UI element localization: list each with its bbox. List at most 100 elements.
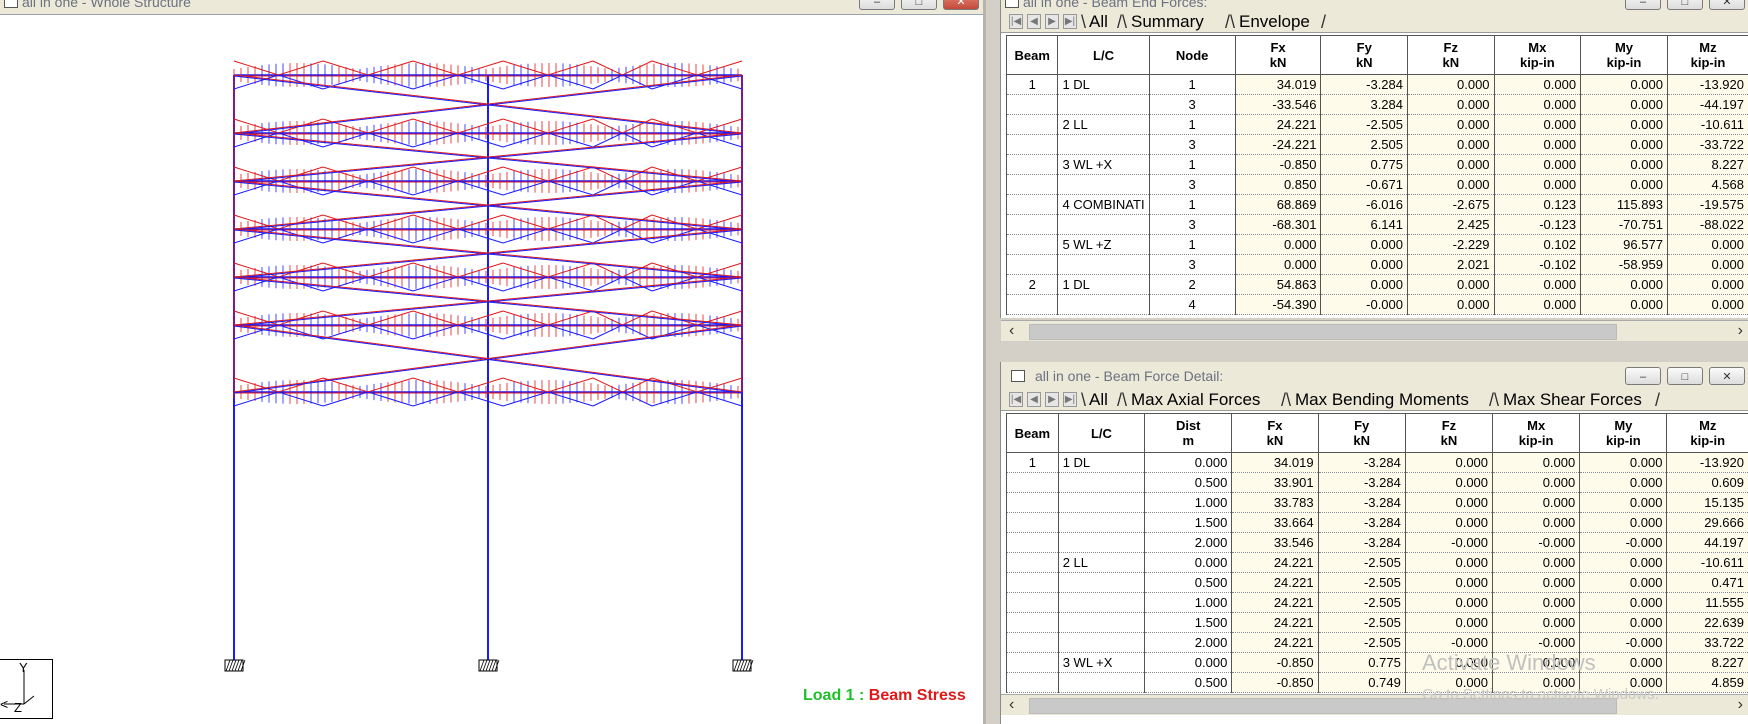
table-cell[interactable]: 1 <box>1149 114 1236 135</box>
tab-envelope[interactable]: Envelope <box>1239 12 1310 32</box>
table-cell[interactable] <box>1006 552 1059 573</box>
table-cell[interactable]: 33.546 <box>1231 532 1319 553</box>
table-cell[interactable]: 0.000 <box>1235 234 1322 255</box>
table-cell[interactable] <box>1058 632 1146 653</box>
column-header[interactable]: Beam <box>1006 413 1059 453</box>
maximize-button[interactable]: □ <box>1667 367 1703 385</box>
table-row[interactable]: 3 -33.546 3.284 0.000 0.000 0.000 -44.197 <box>1005 94 1748 115</box>
table-cell[interactable]: 0.000 <box>1494 174 1582 195</box>
table-cell[interactable]: 0.000 <box>1579 472 1668 493</box>
table-cell[interactable]: 33.664 <box>1231 512 1319 533</box>
table-cell[interactable]: -10.611 <box>1666 552 1748 573</box>
table-cell[interactable]: 0.775 <box>1318 652 1406 673</box>
table-cell[interactable] <box>1005 134 1059 155</box>
table-cell[interactable]: 0.000 <box>1492 552 1581 573</box>
table-cell[interactable]: 3 <box>1149 94 1236 115</box>
table-cell[interactable]: 0.000 <box>1494 154 1582 175</box>
table-cell[interactable]: 0.000 <box>1494 134 1582 155</box>
table-cell[interactable]: 2 LL <box>1057 114 1150 135</box>
last-tab-icon[interactable]: ▶| <box>1063 14 1077 29</box>
prev-tab-icon[interactable]: ◀ <box>1027 14 1041 29</box>
tab-all[interactable]: All <box>1089 12 1108 32</box>
table-cell[interactable]: 1 <box>1149 74 1236 95</box>
table-cell[interactable] <box>1005 154 1059 175</box>
table-cell[interactable]: 33.722 <box>1666 632 1748 653</box>
table-cell[interactable]: 2.000 <box>1144 632 1233 653</box>
column-header[interactable]: Mx kip-in <box>1493 35 1582 75</box>
table-cell[interactable]: 0.500 <box>1144 472 1233 493</box>
table-cell[interactable]: -2.505 <box>1320 114 1409 135</box>
tab-max-axial-forces[interactable]: Max Axial Forces <box>1131 390 1260 410</box>
column-header[interactable]: Fy kN <box>1320 35 1409 75</box>
table-cell[interactable]: 3 WL +X <box>1058 652 1146 673</box>
scroll-left-icon[interactable]: ‹ <box>1009 696 1014 714</box>
close-button[interactable]: ✕ <box>943 0 979 10</box>
table-cell[interactable]: 0.000 <box>1580 94 1668 115</box>
table-cell[interactable]: 0.000 <box>1580 174 1668 195</box>
table-cell[interactable]: 0.000 <box>1492 452 1581 473</box>
table-cell[interactable] <box>1005 194 1059 215</box>
table-cell[interactable]: 0.000 <box>1405 572 1494 593</box>
table-row[interactable]: 3 -24.221 2.505 0.000 0.000 0.000 -33.722 <box>1005 134 1748 155</box>
table-cell[interactable]: 3.284 <box>1320 94 1409 115</box>
table-cell[interactable]: -6.016 <box>1320 194 1409 215</box>
next-tab-icon[interactable]: ▶ <box>1045 392 1059 407</box>
table-cell[interactable]: 0.000 <box>1407 294 1495 315</box>
table-cell[interactable]: 0.000 <box>1405 592 1494 613</box>
table-cell[interactable]: 0.000 <box>1407 114 1495 135</box>
table-cell[interactable]: -0.671 <box>1320 174 1409 195</box>
table-row[interactable]: 1.000 33.783 -3.284 0.000 0.000 0.000 15.135 <box>1006 492 1748 513</box>
structure-window-titlebar[interactable]: all in one - Whole Structure – □ ✕ <box>0 0 983 15</box>
minimize-button[interactable]: – <box>859 0 895 10</box>
table-cell[interactable]: -58.959 <box>1580 254 1668 275</box>
table-cell[interactable]: -2.505 <box>1318 612 1406 633</box>
table-cell[interactable] <box>1006 492 1059 513</box>
table-cell[interactable]: 0.000 <box>1580 294 1668 315</box>
table-cell[interactable]: 2.425 <box>1407 214 1495 235</box>
table-cell[interactable]: -10.611 <box>1667 114 1748 135</box>
table-row[interactable]: 1.500 24.221 -2.505 0.000 0.000 0.000 22.639 <box>1006 612 1748 633</box>
column-header[interactable]: Fz kN <box>1407 35 1495 75</box>
table-row[interactable]: 1.000 24.221 -2.505 0.000 0.000 0.000 11.555 <box>1006 592 1748 613</box>
table-cell[interactable]: 0.000 <box>1144 552 1233 573</box>
table-cell[interactable]: 0.500 <box>1144 672 1233 693</box>
table-cell[interactable]: 24.221 <box>1231 632 1319 653</box>
minimize-button[interactable]: – <box>1625 0 1661 10</box>
table-cell[interactable]: 4 COMBINATI <box>1057 194 1150 215</box>
table-row[interactable]: 0.500 33.901 -3.284 0.000 0.000 0.000 0.609 <box>1006 472 1748 493</box>
table-cell[interactable]: 0.000 <box>1405 512 1494 533</box>
table-cell[interactable]: -2.505 <box>1318 552 1406 573</box>
table-row[interactable]: 4 -54.390 -0.000 0.000 0.000 0.000 0.000 <box>1005 294 1748 315</box>
table-cell[interactable] <box>1058 592 1146 613</box>
table-cell[interactable]: -3.284 <box>1318 492 1406 513</box>
table-cell[interactable]: 33.783 <box>1231 492 1319 513</box>
table-cell[interactable] <box>1058 572 1146 593</box>
table-cell[interactable]: 2.505 <box>1320 134 1409 155</box>
table-cell[interactable]: -0.000 <box>1405 532 1494 553</box>
table-cell[interactable]: 0.000 <box>1580 154 1668 175</box>
table-cell[interactable]: 24.221 <box>1235 114 1322 135</box>
structure-view-window[interactable]: all in one - Whole Structure – □ ✕ Y Z <… <box>0 0 986 724</box>
table-row[interactable]: 11 DL 0.000 34.019 -3.284 0.000 0.000 0.000 -13… <box>1006 452 1748 473</box>
table-cell[interactable]: 0.000 <box>1667 254 1748 275</box>
table-cell[interactable]: 0.000 <box>1579 552 1668 573</box>
table-cell[interactable]: 34.019 <box>1235 74 1322 95</box>
table-cell[interactable]: 0.000 <box>1492 472 1581 493</box>
table-cell[interactable]: 4.859 <box>1666 672 1748 693</box>
table-cell[interactable]: 6.141 <box>1320 214 1409 235</box>
table-cell[interactable] <box>1057 214 1150 235</box>
table-cell[interactable] <box>1006 672 1059 693</box>
table-cell[interactable]: -0.000 <box>1320 294 1409 315</box>
table-cell[interactable]: -70.751 <box>1580 214 1668 235</box>
table-cell[interactable]: 68.869 <box>1235 194 1322 215</box>
table-cell[interactable]: 0.000 <box>1235 254 1322 275</box>
table-cell[interactable]: -3.284 <box>1318 472 1406 493</box>
table-cell[interactable]: 22.639 <box>1666 612 1748 633</box>
table-cell[interactable]: 0.000 <box>1405 612 1494 633</box>
table-cell[interactable]: 0.000 <box>1407 134 1495 155</box>
table-cell[interactable]: -54.390 <box>1235 294 1322 315</box>
table-cell[interactable]: 5 WL +Z <box>1057 234 1150 255</box>
table-cell[interactable]: 0.123 <box>1494 194 1582 215</box>
table-cell[interactable]: 0.000 <box>1407 154 1495 175</box>
table-cell[interactable]: 24.221 <box>1231 552 1319 573</box>
